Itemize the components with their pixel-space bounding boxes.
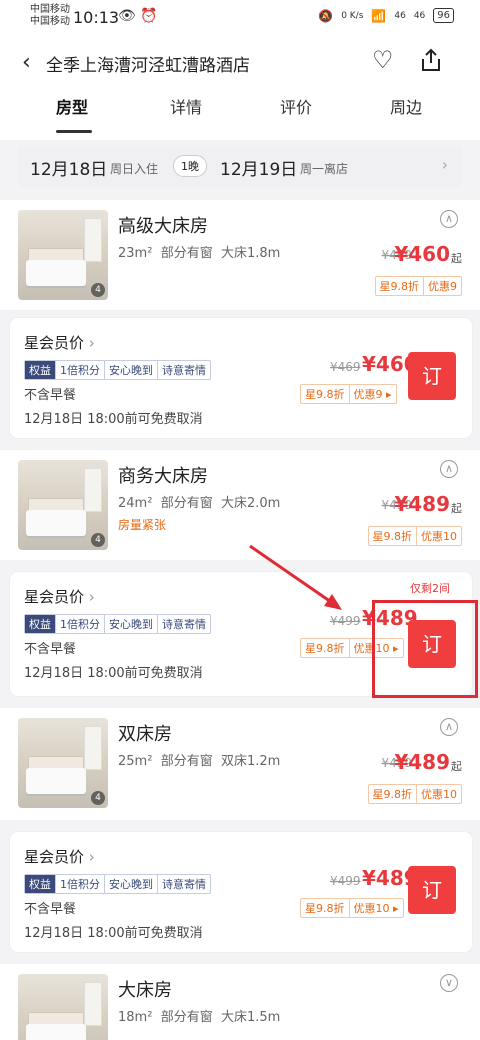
- room-photo[interactable]: 4: [18, 460, 108, 550]
- signal-1: 46: [394, 10, 406, 21]
- carrier-2: 中国移动: [30, 16, 70, 27]
- clock: 10:13: [73, 8, 120, 27]
- member-discount-tag: 星9.8折: [379, 280, 420, 293]
- collapse-icon[interactable]: ∧: [440, 460, 458, 478]
- book-button[interactable]: 订: [408, 352, 456, 400]
- eye-icon: 👁: [118, 8, 136, 24]
- price: ¥489: [394, 492, 450, 516]
- header: ‹ 全季上海漕河泾虹漕路酒店 ♡: [0, 34, 480, 90]
- collapse-icon[interactable]: ∧: [440, 718, 458, 736]
- original-price: ¥499: [330, 614, 361, 628]
- room-photo[interactable]: 4: [18, 210, 108, 300]
- mute-icon: 🔕: [318, 8, 334, 23]
- room-card[interactable]: 4 高级大床房 23m² 部分有窗 大床1.8m ∧ ¥469 ¥460 起 星…: [0, 200, 480, 310]
- checkout-label: 周一离店: [300, 162, 349, 176]
- cancel-policy: 12月18日 18:00前可免费取消: [24, 412, 203, 427]
- tab-rooms[interactable]: 房型: [56, 94, 88, 118]
- rate-plan-title[interactable]: 星会员价 ›: [24, 586, 95, 607]
- expand-icon[interactable]: ∨: [440, 974, 458, 992]
- heart-icon[interactable]: ♡: [372, 46, 394, 74]
- carrier-info: 中国移动 中国移动: [30, 4, 70, 28]
- tab-details[interactable]: 详情: [170, 94, 202, 118]
- tab-indicator: [56, 130, 92, 133]
- original-price: ¥499: [330, 874, 361, 888]
- cancel-policy: 12月18日 18:00前可免费取消: [24, 926, 203, 941]
- price: ¥460: [394, 242, 450, 266]
- rate-plan-title[interactable]: 星会员价 ›: [24, 332, 95, 353]
- status-bar: 中国移动 中国移动 10:13 👁 ⏰ 🔕 0 K/s 📶 46 46 96: [0, 0, 480, 34]
- room-info: 24m² 部分有窗 大床2.0m: [118, 496, 281, 511]
- share-icon[interactable]: [420, 48, 442, 72]
- tab-bar: 房型 详情 评价 周边: [0, 90, 480, 140]
- room-name: 大床房: [118, 980, 172, 1001]
- benefit-tags: 权益 1倍积分 安心晚到 诗意寄情: [24, 614, 211, 634]
- wifi-icon: 📶: [371, 8, 387, 23]
- status-icons: 👁 ⏰: [118, 8, 158, 24]
- room-name: 双床房: [118, 724, 172, 745]
- back-icon[interactable]: ‹: [22, 50, 31, 75]
- breakfast-info: 不含早餐: [24, 388, 77, 403]
- net-speed: 0 K/s: [341, 10, 364, 21]
- discount-tags: 星9.8折 优惠10: [367, 784, 462, 804]
- rate-plan-title[interactable]: 星会员价 ›: [24, 846, 95, 867]
- signal-2: 46: [413, 10, 426, 21]
- checkin-label: 周日入住: [110, 162, 159, 176]
- collapse-icon[interactable]: ∧: [440, 210, 458, 228]
- coupon-tag: 优惠9: [423, 277, 461, 295]
- benefit-tags: 权益 1倍积分 安心晚到 诗意寄情: [24, 874, 211, 894]
- annotation-highlight-box: [372, 600, 478, 698]
- room-photo[interactable]: 4: [18, 718, 108, 808]
- breakfast-info: 不含早餐: [24, 902, 77, 917]
- status-right: 🔕 0 K/s 📶 46 46 96: [318, 8, 454, 23]
- alarm-icon: ⏰: [140, 8, 158, 24]
- photo-count: 4: [91, 283, 105, 297]
- room-name: 商务大床房: [118, 466, 208, 487]
- room-info: 18m² 部分有窗 大床1.5m: [118, 1010, 281, 1025]
- discount-tags: 星9.8折 优惠10: [367, 526, 462, 546]
- price-suffix: 起: [451, 502, 462, 515]
- room-card[interactable]: 4 双床房 25m² 部分有窗 双床1.2m ∧ ¥499 ¥489 起 星9.…: [0, 708, 480, 820]
- low-availability-notice: 房量紧张: [118, 518, 167, 532]
- cancel-policy: 12月18日 18:00前可免费取消: [24, 666, 203, 681]
- rooms-left-notice: 仅剩2间: [410, 582, 450, 595]
- book-button[interactable]: 订: [408, 866, 456, 914]
- battery-icon: 96: [433, 8, 454, 23]
- rate-plan-card[interactable]: 星会员价 › 权益 1倍积分 安心晚到 诗意寄情 不含早餐 12月18日 18:00前…: [10, 318, 472, 438]
- price: ¥489: [394, 750, 450, 774]
- room-card[interactable]: 4 大床房 18m² 部分有窗 大床1.5m ∨: [0, 964, 480, 1040]
- room-info: 23m² 部分有窗 大床1.8m: [118, 246, 281, 261]
- nights-badge: 1晚: [173, 155, 207, 177]
- chevron-right-icon: ›: [441, 155, 448, 174]
- price-suffix: 起: [451, 760, 462, 773]
- breakfast-info: 不含早餐: [24, 642, 77, 657]
- photo-count: 4: [91, 533, 105, 547]
- checkin-date: 12月18日: [30, 160, 108, 180]
- discount-tags: 星9.8折 优惠9: [374, 276, 462, 296]
- discount-tags[interactable]: 星9.8折 优惠10 ▸: [300, 898, 404, 918]
- date-selector[interactable]: 12月18日 周日入住 1晚 12月19日 周一离店 ›: [18, 145, 462, 187]
- checkout-date: 12月19日: [220, 160, 298, 180]
- benefit-tags: 权益 1倍积分 安心晚到 诗意寄情: [24, 360, 211, 380]
- carrier-1: 中国移动: [30, 4, 70, 15]
- original-price: ¥469: [330, 360, 361, 374]
- room-card[interactable]: 4 商务大床房 24m² 部分有窗 大床2.0m 房量紧张 ∧ ¥499 ¥48…: [0, 450, 480, 560]
- tab-nearby[interactable]: 周边: [390, 94, 422, 118]
- photo-count: 4: [91, 791, 105, 805]
- room-photo[interactable]: 4: [18, 974, 108, 1040]
- discount-tags[interactable]: 星9.8折 优惠9 ▸: [300, 384, 397, 404]
- room-name: 高级大床房: [118, 216, 208, 237]
- price-suffix: 起: [451, 252, 462, 265]
- tab-reviews[interactable]: 评价: [280, 94, 312, 118]
- page-title: 全季上海漕河泾虹漕路酒店: [46, 56, 250, 76]
- rate-plan-card[interactable]: 星会员价 › 权益 1倍积分 安心晚到 诗意寄情 不含早餐 12月18日 18:00前…: [10, 832, 472, 952]
- room-info: 25m² 部分有窗 双床1.2m: [118, 754, 281, 769]
